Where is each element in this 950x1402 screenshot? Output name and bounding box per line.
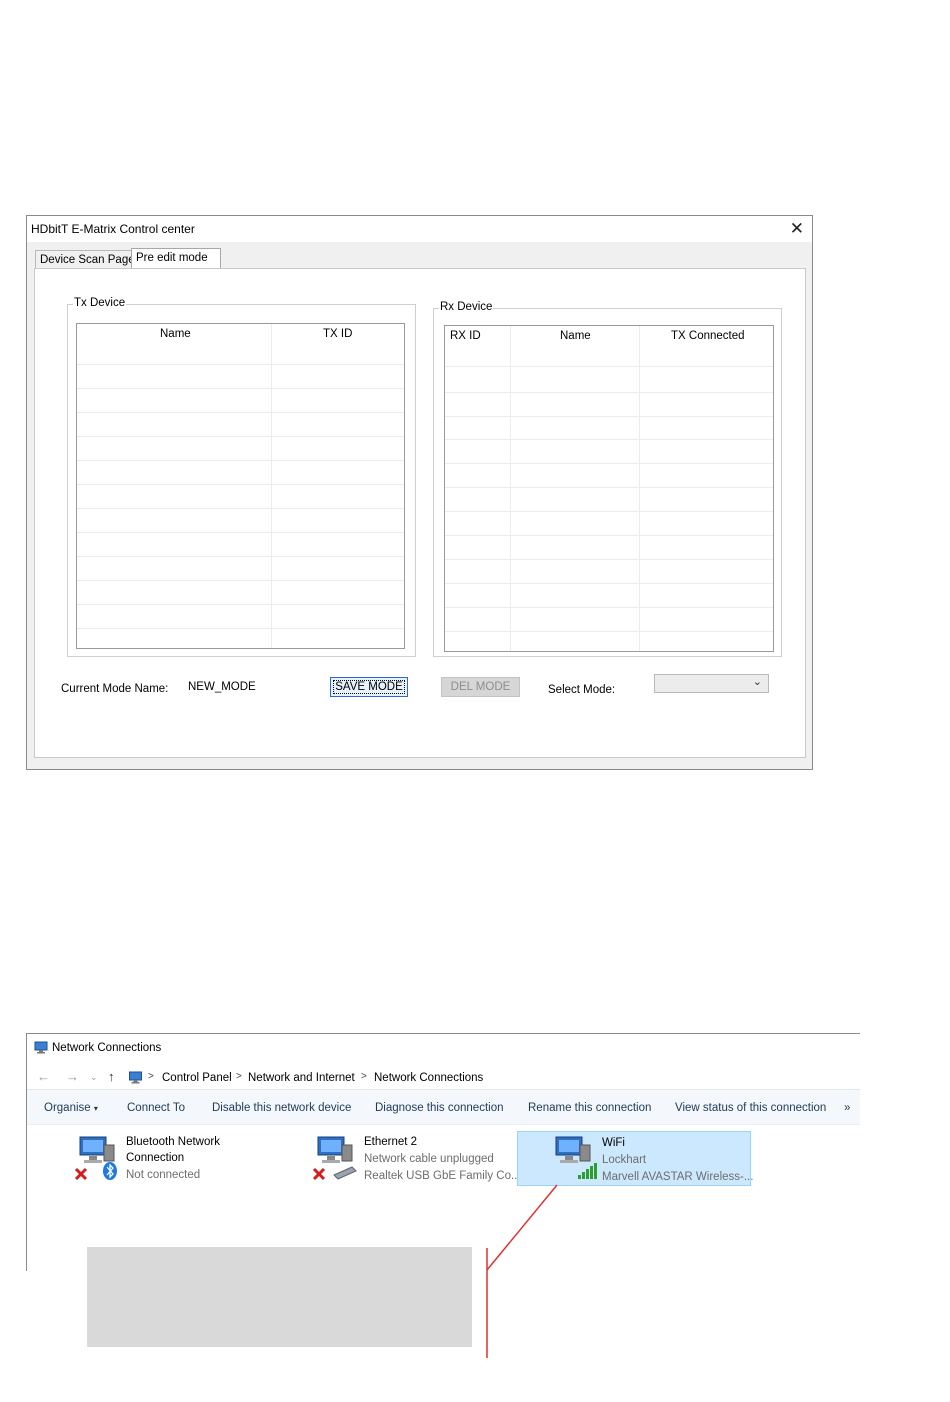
tx-col-name[interactable]: Name [160, 328, 191, 340]
annotation-box [87, 1247, 472, 1347]
breadcrumb-network-and-internet[interactable]: Network and Internet [248, 1072, 355, 1084]
tx-col-txid[interactable]: TX ID [323, 328, 352, 340]
rx-col-name[interactable]: Name [560, 330, 591, 342]
tab-panel: Tx Device Name TX ID Rx Device RX ID Nam… [34, 268, 806, 758]
select-mode-label: Select Mode: [548, 684, 616, 696]
network-computer-icon [312, 1136, 357, 1181]
control-panel-icon [129, 1071, 142, 1084]
connection-status: Not connected [126, 1169, 201, 1181]
forward-arrow-icon[interactable]: → [66, 1069, 79, 1084]
connection-name: Bluetooth Network [126, 1136, 220, 1148]
tab-device-scan-page[interactable]: Device Scan Page [35, 250, 137, 269]
breadcrumb-separator-icon: > [361, 1071, 367, 1082]
hdbitt-window: HDbitT E-Matrix Control center ✕ Device … [26, 215, 813, 770]
recent-chevron-icon[interactable]: ⌄ [90, 1072, 98, 1083]
connection-wifi[interactable]: WiFi Lockhart Marvell AVASTAR Wireless-.… [517, 1131, 754, 1186]
organise-button[interactable]: Organise ▾ [44, 1102, 98, 1114]
dropdown-caret-icon: ▾ [93, 1104, 98, 1113]
breadcrumb-network-connections[interactable]: Network Connections [374, 1072, 483, 1084]
tab-pre-edit-mode[interactable]: Pre edit mode [131, 248, 221, 269]
rename-button[interactable]: Rename this connection [528, 1102, 651, 1114]
connection-name-line2: Connection [126, 1152, 185, 1164]
window-title: Network Connections [52, 1042, 162, 1054]
select-mode-dropdown[interactable]: ⌄ [654, 674, 769, 693]
breadcrumb-separator-icon: > [236, 1071, 242, 1082]
rx-col-rxid[interactable]: RX ID [450, 330, 481, 342]
command-bar: Organise ▾ Connect To Disable this netwo… [27, 1090, 860, 1125]
rx-device-group: Rx Device RX ID Name TX Connected [433, 301, 782, 657]
connection-name: WiFi [602, 1137, 625, 1149]
connection-status: Network cable unplugged [364, 1153, 494, 1165]
current-mode-label: Current Mode Name: [61, 683, 169, 695]
view-status-button[interactable]: View status of this connection [675, 1102, 826, 1114]
connection-bluetooth[interactable]: Bluetooth Network Connection Not connect… [72, 1131, 272, 1186]
title-bar: HDbitT E-Matrix Control center ✕ [27, 216, 812, 242]
rx-col-tx-connected[interactable]: TX Connected [671, 330, 745, 342]
chevron-down-icon[interactable]: ⌄ [753, 675, 762, 688]
address-bar: ← → ⌄ ↑ > Control Panel > Network and In… [27, 1067, 860, 1090]
save-mode-button[interactable]: SAVE MODE [330, 677, 408, 697]
up-arrow-icon[interactable]: ↑ [108, 1069, 115, 1084]
window-title: HDbitT E-Matrix Control center [31, 222, 195, 236]
breadcrumb-separator-icon: > [148, 1071, 154, 1082]
more-commands-icon[interactable]: » [844, 1102, 850, 1114]
network-connections-window: Network Connections ← → ⌄ ↑ > Control Pa… [26, 1033, 860, 1271]
network-computer-icon [555, 1136, 597, 1179]
breadcrumb-control-panel[interactable]: Control Panel [162, 1072, 232, 1084]
connection-adapter: Realtek USB GbE Family Co... [364, 1170, 521, 1182]
network-app-icon [34, 1041, 48, 1054]
connection-status: Lockhart [602, 1154, 647, 1166]
rx-table-header: RX ID Name TX Connected [445, 326, 773, 367]
rx-device-label: Rx Device [439, 301, 494, 313]
close-icon[interactable]: ✕ [790, 219, 804, 239]
rx-device-table[interactable]: RX ID Name TX Connected [444, 325, 774, 652]
del-mode-button[interactable]: DEL MODE [441, 677, 520, 697]
connection-adapter: Marvell AVASTAR Wireless-... [602, 1171, 754, 1183]
network-computer-icon [74, 1136, 117, 1181]
tx-device-group: Tx Device Name TX ID [67, 297, 416, 657]
back-arrow-icon[interactable]: ← [37, 1069, 50, 1084]
connection-ethernet-2[interactable]: Ethernet 2 Network cable unplugged Realt… [310, 1131, 521, 1186]
tx-device-table[interactable]: Name TX ID [76, 323, 405, 649]
disable-device-button[interactable]: Disable this network device [212, 1102, 351, 1114]
diagnose-button[interactable]: Diagnose this connection [375, 1102, 504, 1114]
connect-to-button[interactable]: Connect To [127, 1102, 185, 1114]
current-mode-value: NEW_MODE [188, 681, 256, 693]
tx-table-header: Name TX ID [77, 324, 404, 365]
connection-name: Ethernet 2 [364, 1136, 418, 1148]
tx-device-label: Tx Device [73, 297, 127, 309]
